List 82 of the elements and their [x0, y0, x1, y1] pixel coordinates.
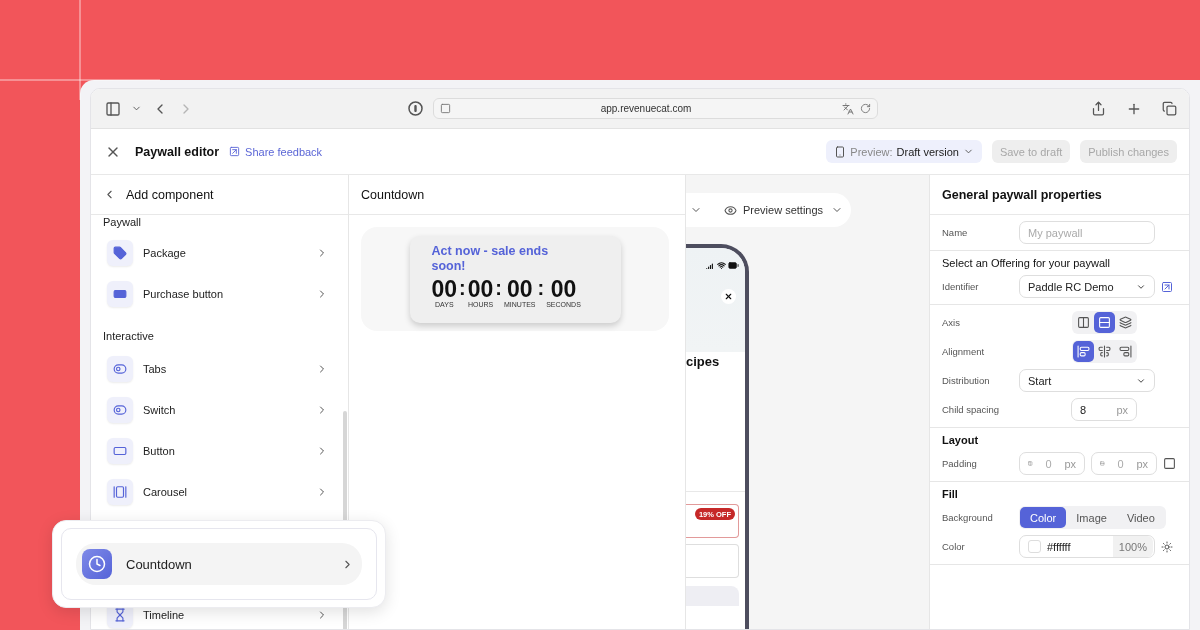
- identifier-select[interactable]: Paddle RC Demo: [1019, 275, 1155, 298]
- external-link-icon[interactable]: [1161, 280, 1173, 293]
- layers-icon: [1119, 316, 1132, 329]
- padding-input[interactable]: 0: [1038, 457, 1059, 470]
- horizontal-padding-icon: [1100, 458, 1105, 469]
- segment-button[interactable]: [1094, 312, 1115, 333]
- color-field[interactable]: #ffffff 100%: [1019, 535, 1155, 558]
- fill-type-tab[interactable]: Video: [1116, 507, 1165, 528]
- separator: :: [536, 277, 546, 299]
- share-feedback-link[interactable]: Share feedback: [245, 145, 323, 158]
- color-swatch: [1028, 540, 1041, 553]
- name-field[interactable]: My paywall: [1019, 221, 1155, 244]
- toggle-icon: [113, 402, 127, 417]
- sun-icon[interactable]: [1161, 540, 1173, 553]
- field-label: Alignment: [942, 346, 986, 357]
- tabs-overview-icon[interactable]: [1162, 101, 1177, 116]
- field-label: Color: [942, 541, 966, 552]
- section-heading: Layout: [942, 434, 980, 446]
- section-heading: Paywall: [103, 215, 142, 230]
- panel-title: Add component: [126, 187, 214, 202]
- rows-icon: [1098, 316, 1111, 329]
- section-heading: Interactive: [103, 329, 155, 344]
- fill-type-tab[interactable]: Color: [1020, 507, 1067, 528]
- tabs-icon: [113, 361, 127, 376]
- component-item[interactable]: Button: [103, 430, 336, 471]
- hourglass-icon: [113, 607, 127, 622]
- translate-icon[interactable]: [841, 102, 854, 115]
- tag-icon: [113, 245, 127, 260]
- sidebar-icon[interactable]: [105, 100, 121, 117]
- preview-version-dropdown[interactable]: Preview: Draft version: [826, 140, 982, 163]
- countdown-digits: 00: [507, 277, 533, 301]
- address-bar[interactable]: app.revenuecat.com: [432, 98, 878, 119]
- distribution-select[interactable]: Start: [1019, 369, 1155, 392]
- carousel-icon: [113, 484, 127, 499]
- signal-icon: [706, 261, 715, 270]
- countdown-digits: 00: [467, 277, 494, 301]
- page-icon: [439, 103, 451, 114]
- share-icon[interactable]: [1091, 101, 1106, 116]
- phone-heading: cipes: [686, 354, 720, 369]
- countdown-item[interactable]: Countdown: [76, 543, 362, 585]
- clock-icon: [88, 555, 106, 573]
- padding-input[interactable]: 0: [1110, 457, 1131, 470]
- editor-title: Paywall editor: [135, 144, 220, 159]
- fill-type-tab[interactable]: Image: [1066, 507, 1117, 528]
- countdown-headline: Act now - sale ends soon!: [431, 244, 550, 274]
- countdown-digits: 00: [431, 277, 458, 301]
- eye-icon: [724, 203, 737, 217]
- preview-settings-control[interactable]: Preview settings: [686, 193, 851, 227]
- separator: :: [494, 277, 504, 299]
- countdown-digits: 00: [550, 277, 577, 301]
- component-item[interactable]: Purchase button: [103, 273, 336, 314]
- field-label: Child spacing: [942, 404, 1001, 415]
- external-link-icon: [229, 146, 241, 157]
- spacing-field[interactable]: 8 px: [1071, 398, 1137, 421]
- field-label: Identifier: [942, 281, 980, 292]
- wifi-icon: [717, 261, 726, 270]
- separator: :: [458, 277, 467, 299]
- component-item[interactable]: Switch: [103, 389, 336, 430]
- vertical-padding-icon: [1028, 458, 1033, 469]
- section-heading: Select an Offering for your paywall: [942, 257, 1111, 269]
- component-item[interactable]: Package: [103, 232, 336, 273]
- field-label: Name: [942, 227, 969, 238]
- component-item[interactable]: Carousel: [103, 471, 336, 512]
- field-label: Background: [942, 512, 994, 523]
- password-manager-icon[interactable]: [407, 101, 423, 116]
- section-heading: Fill: [942, 488, 959, 500]
- align-end-icon: [1119, 345, 1132, 358]
- field-label: Axis: [942, 317, 961, 328]
- columns-icon: [1077, 316, 1090, 329]
- phone-icon: [834, 145, 847, 158]
- component-item[interactable]: Tabs: [103, 348, 336, 389]
- field-label: Padding: [942, 458, 978, 469]
- panel-title: General paywall properties: [942, 187, 1102, 202]
- align-center-icon: [1098, 345, 1111, 358]
- reload-icon[interactable]: [859, 103, 871, 114]
- close-icon: [721, 289, 736, 304]
- align-start-icon: [1077, 345, 1090, 358]
- segment-button[interactable]: [1073, 341, 1094, 362]
- padding-mode-icon[interactable]: [1163, 457, 1176, 470]
- battery-icon: [728, 260, 739, 271]
- field-label: Distribution: [942, 375, 991, 386]
- panel-title: Countdown: [361, 187, 425, 202]
